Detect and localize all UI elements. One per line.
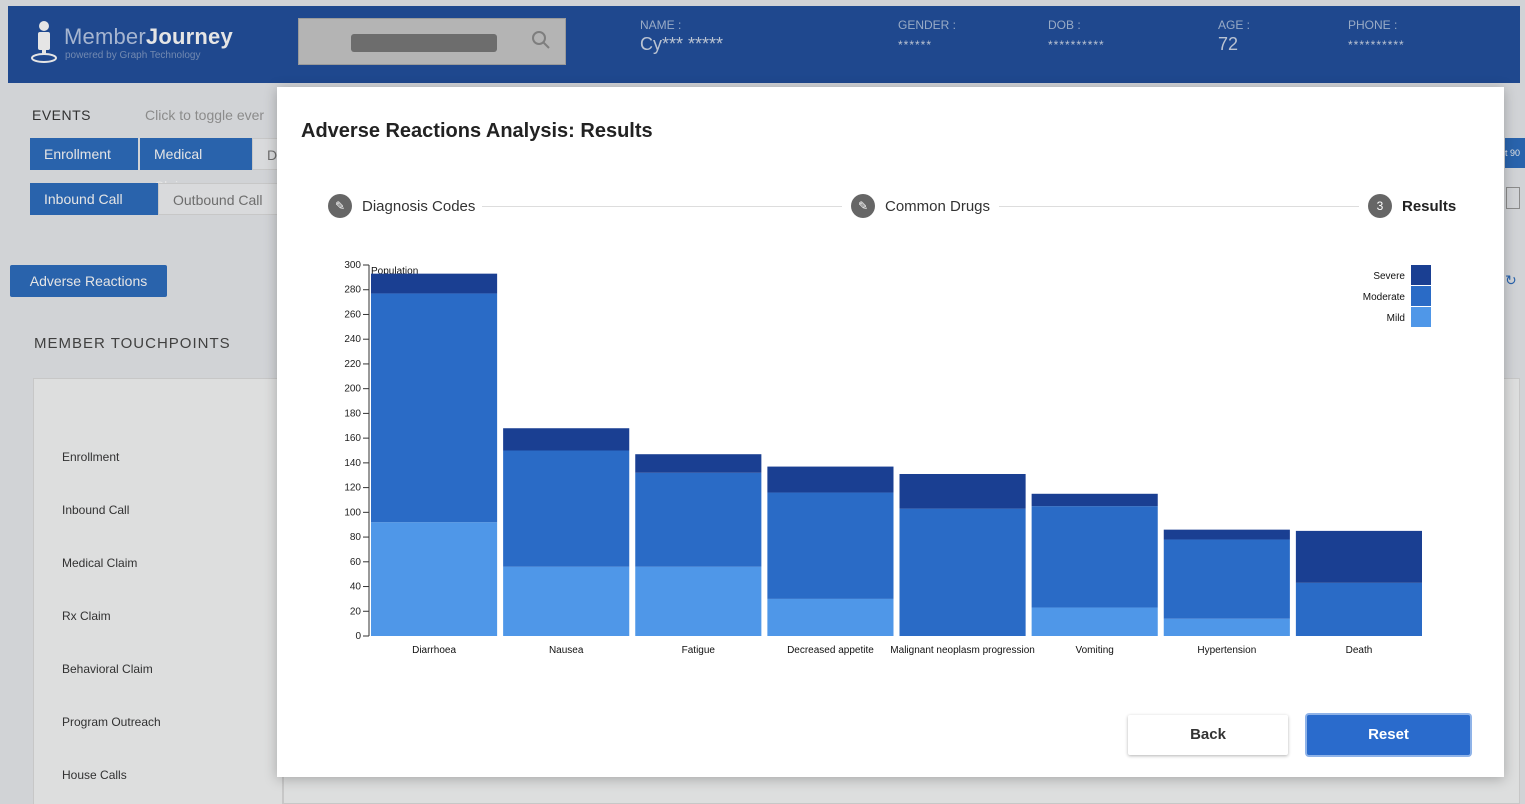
y-tick-label: 60 — [350, 557, 362, 568]
bar-segment-severe — [899, 473, 1026, 509]
bar-segment-moderate — [767, 492, 894, 599]
bar-segment-severe — [635, 454, 762, 473]
y-tick-label: 300 — [344, 260, 361, 271]
reset-button[interactable]: Reset — [1307, 715, 1470, 755]
adverse-reactions-chart: 0 20 40 60 80 100 120 140 160 180 200 220 240 260 280 3… — [344, 260, 1431, 656]
y-tick-label: 240 — [344, 334, 361, 345]
legend-swatch — [1411, 307, 1431, 327]
legend-label: Severe — [1373, 271, 1405, 282]
y-tick-label: 80 — [350, 532, 362, 543]
y-tick-label: 160 — [344, 433, 361, 444]
x-tick-label: Death — [1346, 645, 1373, 656]
bar-segment-severe — [1163, 529, 1290, 540]
bar-segment-mild — [1163, 618, 1290, 636]
bar-segment-severe — [371, 273, 498, 294]
bar-segment-moderate — [371, 293, 498, 523]
back-button[interactable]: Back — [1128, 715, 1288, 755]
bar-segment-mild — [1031, 607, 1158, 636]
x-tick-label: Vomiting — [1076, 645, 1114, 656]
bar-segment-moderate — [635, 472, 762, 567]
bar-segment-mild — [767, 598, 894, 636]
x-tick-label: Diarrhoea — [412, 645, 456, 656]
bar-segment-severe — [1295, 530, 1422, 583]
y-tick-label: 100 — [344, 507, 361, 518]
legend-label: Moderate — [1363, 292, 1406, 303]
y-tick-label: 0 — [355, 631, 361, 642]
y-tick-label: 120 — [344, 483, 361, 494]
y-tick-label: 200 — [344, 384, 361, 395]
bar-segment-mild — [371, 522, 498, 636]
x-tick-label: Malignant neoplasm progression — [890, 645, 1035, 656]
bar-segment-mild — [503, 566, 630, 636]
legend-label: Mild — [1387, 313, 1405, 324]
bar-segment-moderate — [1031, 506, 1158, 608]
legend-swatch — [1411, 286, 1431, 306]
x-tick-label: Nausea — [549, 645, 584, 656]
bar-segment-mild — [635, 566, 762, 636]
bar-segment-moderate — [1163, 539, 1290, 619]
bar-segment-severe — [767, 466, 894, 493]
y-tick-label: 180 — [344, 408, 361, 419]
y-tick-label: 280 — [344, 285, 361, 296]
y-tick-label: 220 — [344, 359, 361, 370]
results-modal: Adverse Reactions Analysis: Results ✎ Di… — [277, 87, 1504, 777]
x-tick-label: Fatigue — [682, 645, 716, 656]
bar-segment-moderate — [1295, 582, 1422, 636]
x-tick-label: Hypertension — [1197, 645, 1256, 656]
bar-segment-severe — [503, 428, 630, 451]
y-tick-label: 140 — [344, 458, 361, 469]
bar-segment-moderate — [503, 450, 630, 567]
y-tick-label: 20 — [350, 606, 362, 617]
x-tick-label: Decreased appetite — [787, 645, 874, 656]
y-tick-label: 260 — [344, 309, 361, 320]
legend-swatch — [1411, 265, 1431, 285]
bar-segment-severe — [1031, 493, 1158, 507]
bar-segment-moderate — [899, 508, 1026, 636]
y-tick-label: 40 — [350, 582, 362, 593]
